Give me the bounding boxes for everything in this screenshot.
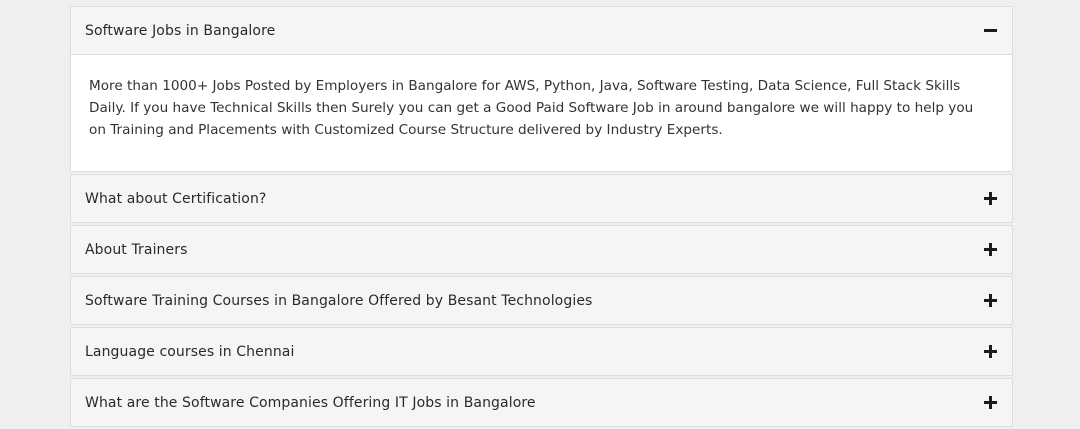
accordion-header-software-jobs[interactable]: Software Jobs in Bangalore: [71, 7, 1012, 54]
minus-icon[interactable]: [984, 24, 998, 38]
accordion-header-training-courses[interactable]: Software Training Courses in Bangalore O…: [71, 277, 1012, 324]
accordion-title: About Trainers: [85, 241, 188, 258]
accordion-title: Language courses in Chennai: [85, 343, 295, 360]
accordion-header-software-companies[interactable]: What are the Software Companies Offering…: [71, 379, 1012, 426]
accordion-panel-trainers: About Trainers: [70, 225, 1013, 274]
accordion-header-language-courses[interactable]: Language courses in Chennai: [71, 328, 1012, 375]
plus-icon[interactable]: [984, 344, 998, 359]
accordion-panel-software-jobs: Software Jobs in Bangalore More than 100…: [70, 6, 1013, 172]
faq-accordion: Software Jobs in Bangalore More than 100…: [70, 6, 1013, 429]
accordion-panel-certification: What about Certification?: [70, 174, 1013, 223]
accordion-header-trainers[interactable]: About Trainers: [71, 226, 1012, 273]
accordion-body-software-jobs: More than 1000+ Jobs Posted by Employers…: [71, 54, 1012, 171]
accordion-title: Software Jobs in Bangalore: [85, 22, 276, 39]
plus-icon[interactable]: [984, 191, 998, 206]
accordion-title: What about Certification?: [85, 190, 267, 207]
accordion-panel-software-companies: What are the Software Companies Offering…: [70, 378, 1013, 427]
accordion-body-text: More than 1000+ Jobs Posted by Employers…: [89, 78, 974, 138]
accordion-panel-language-courses: Language courses in Chennai: [70, 327, 1013, 376]
plus-icon[interactable]: [984, 293, 998, 308]
plus-icon[interactable]: [984, 242, 998, 257]
accordion-panel-training-courses: Software Training Courses in Bangalore O…: [70, 276, 1013, 325]
accordion-title: What are the Software Companies Offering…: [85, 394, 536, 411]
plus-icon[interactable]: [984, 395, 998, 410]
accordion-header-certification[interactable]: What about Certification?: [71, 175, 1012, 222]
accordion-title: Software Training Courses in Bangalore O…: [85, 292, 593, 309]
